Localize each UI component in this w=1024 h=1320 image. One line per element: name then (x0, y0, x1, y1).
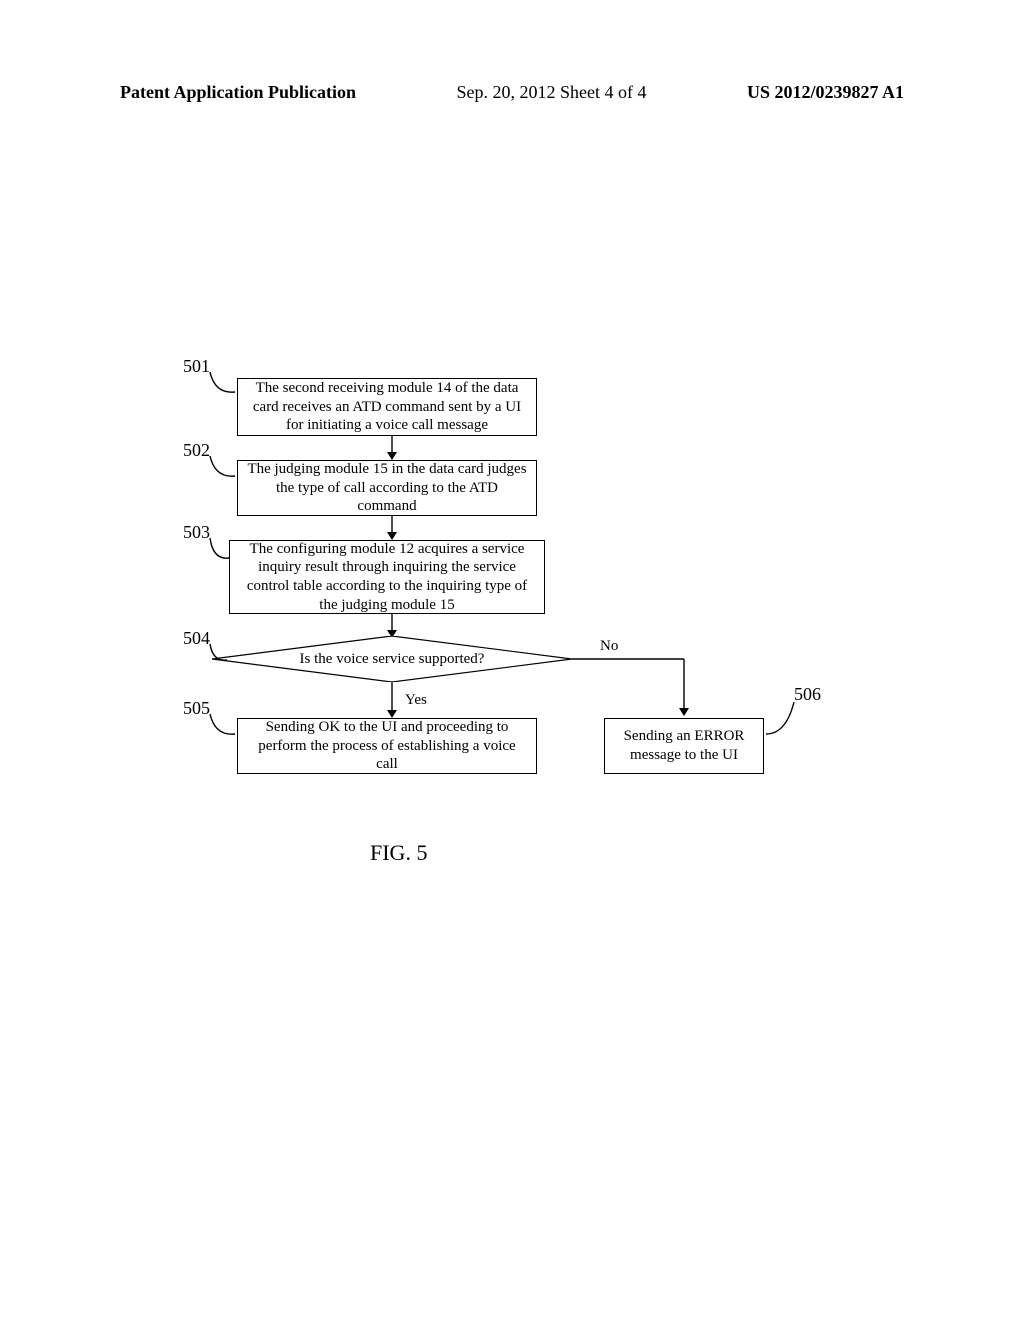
step-505-box: Sending OK to the UI and proceeding to p… (237, 718, 537, 774)
step-501-box: The second receiving module 14 of the da… (237, 378, 537, 436)
leader-504 (205, 642, 235, 666)
leader-506 (764, 700, 804, 740)
header-publication: Patent Application Publication (120, 82, 356, 103)
leader-503 (205, 536, 239, 566)
arrow-504-yes (382, 682, 402, 720)
figure-caption: FIG. 5 (370, 840, 427, 866)
arrow-501-502 (382, 436, 402, 462)
step-503-box: The configuring module 12 acquires a ser… (229, 540, 545, 614)
arrow-502-503 (382, 516, 402, 542)
header-sheet: Sep. 20, 2012 Sheet 4 of 4 (457, 82, 647, 103)
edge-no: No (600, 638, 618, 655)
leader-502 (205, 454, 245, 484)
page-header: Patent Application Publication Sep. 20, … (0, 82, 1024, 103)
header-pubnum: US 2012/0239827 A1 (747, 82, 904, 103)
edge-yes: Yes (405, 692, 427, 709)
leader-505 (205, 712, 245, 742)
step-502-box: The judging module 15 in the data card j… (237, 460, 537, 516)
decision-504-text: Is the voice service supported? (212, 636, 572, 682)
leader-501 (205, 370, 245, 400)
step-506-box: Sending an ERROR message to the UI (604, 718, 764, 774)
arrow-504-no (572, 652, 702, 720)
decision-504: Is the voice service supported? (212, 636, 572, 682)
